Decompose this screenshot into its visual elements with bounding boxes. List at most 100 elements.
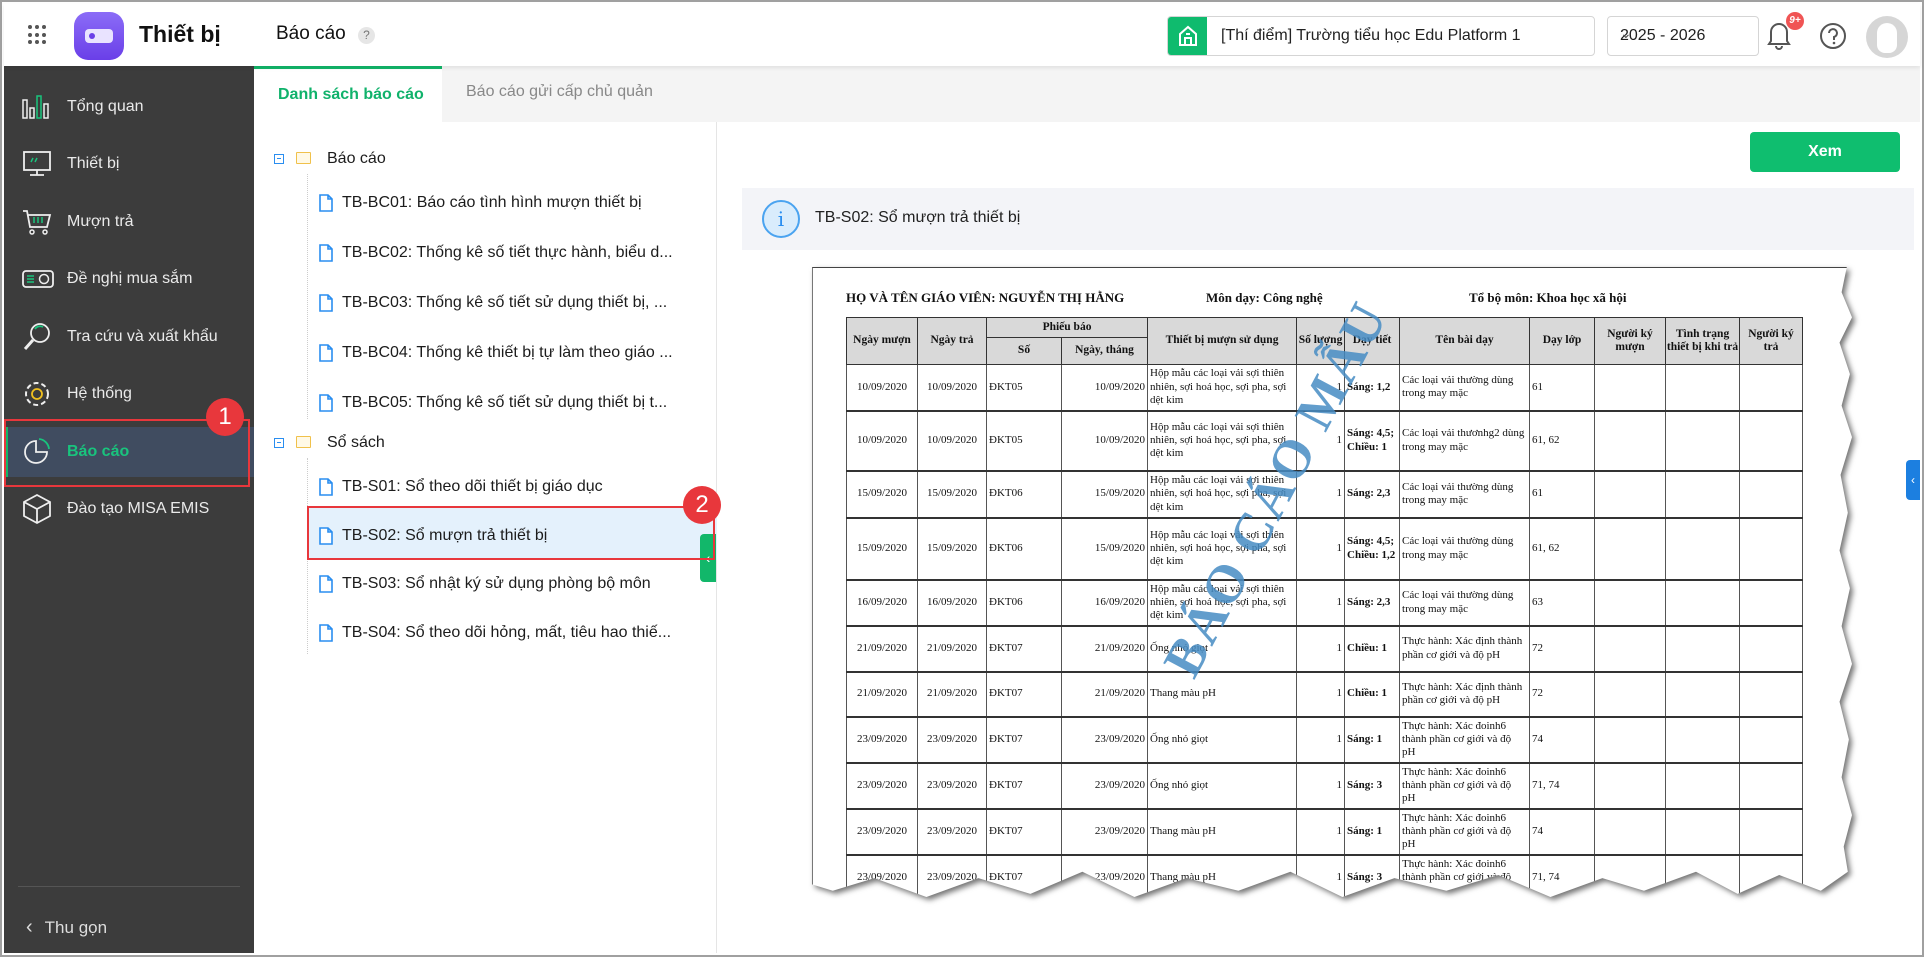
sidebar-item-lookup-export[interactable]: Tra cứu và xuất khẩu [4, 312, 254, 362]
page-help-icon[interactable]: ? [358, 27, 375, 44]
apps-grid-icon[interactable] [28, 25, 48, 45]
table-cell: 23/09/2020 [846, 762, 918, 810]
document-icon [319, 623, 333, 647]
user-avatar[interactable] [1866, 16, 1908, 58]
table-cell: 23/09/2020 [846, 716, 918, 764]
tree-item-label: TB-BC05: Thống kê số tiết sử dụng thiết … [342, 394, 668, 411]
tree-item[interactable]: TB-S03: Sổ nhật ký sử dụng phòng bộ môn [254, 573, 714, 597]
school-selector[interactable]: [Thí điểm] Trường tiểu học Edu Platform … [1167, 16, 1595, 56]
table-row: 21/09/2020 21/09/2020 ĐKT07 21/09/2020 Ống n… [846, 625, 1804, 673]
table-row: 21/09/2020 21/09/2020 ĐKT07 21/09/2020 Thang… [846, 671, 1804, 718]
table-cell: Chiều: 1 [1344, 671, 1401, 718]
annotation-marker-1: 1 [206, 398, 244, 436]
table-row: 10/09/2020 10/09/2020 ĐKT05 10/09/2020 Hộp m… [846, 364, 1804, 412]
annotation-marker-2: 2 [683, 486, 721, 524]
sidebar-item-purchase-request[interactable]: Đề nghị mua sắm [4, 254, 254, 304]
table-cell: Thang màu pH [1147, 671, 1298, 718]
table-cell: 61 [1529, 470, 1596, 519]
cube-icon [23, 493, 51, 525]
collapse-sidebar-button[interactable]: ‹ Thu gọn [26, 916, 107, 939]
tree-item[interactable]: TB-S04: Sổ theo dõi hỏng, mất, tiêu hao … [254, 622, 714, 646]
table-cell: 10/09/2020 [846, 410, 918, 472]
table-cell: 1 [1296, 671, 1346, 718]
document-icon [319, 478, 333, 501]
table-cell [1739, 470, 1804, 519]
table-cell: 23/09/2020 [917, 854, 987, 897]
table-cell: Sáng: 3 [1344, 854, 1401, 897]
projector-icon [22, 270, 54, 288]
tab-report-list[interactable]: Danh sách báo cáo [254, 66, 442, 122]
document-icon [319, 575, 333, 598]
tree-item[interactable]: TB-BC04: Thống kê thiết bị tự làm theo g… [254, 342, 714, 366]
document-icon [319, 244, 333, 267]
table-cell: ĐKT07 [986, 808, 1062, 856]
table-cell: Hộp mẫu các loại vải sợi thiên nhiên, sợ… [1147, 364, 1298, 412]
table-cell: 61 [1529, 364, 1596, 412]
report-info-bar: i TB-S02: Sổ mượn trả thiết bị [742, 188, 1914, 250]
tree-item[interactable]: TB-BC05: Thống kê số tiết sử dụng thiết … [254, 392, 714, 416]
table-cell: ĐKT06 [986, 470, 1062, 519]
tree-folder[interactable]: Sổ sách [254, 432, 554, 456]
view-button[interactable]: Xem [1750, 132, 1900, 172]
table-cell: 21/09/2020 [917, 625, 987, 673]
table-cell: 23/09/2020 [917, 808, 987, 856]
table-row: 23/09/2020 23/09/2020 ĐKT07 23/09/2020 Ống n… [846, 762, 1804, 810]
table-cell: 1 [1296, 410, 1346, 472]
expand-right-panel-handle[interactable]: ‹ [1906, 460, 1920, 500]
table-cell: 10/09/2020 [1060, 410, 1149, 472]
table-cell: Các loại vải thường dùng trong may mặc [1399, 470, 1531, 519]
sidebar-item-borrow-return[interactable]: Mượn trả [4, 197, 254, 247]
table-cell [1739, 579, 1804, 627]
table-cell: ĐKT07 [986, 716, 1062, 764]
table-cell [1594, 854, 1667, 897]
table-cell [1594, 762, 1667, 810]
table-cell [1594, 364, 1667, 412]
table-cell [1739, 410, 1804, 472]
tree-folder[interactable]: Báo cáo [254, 148, 554, 172]
chevron-left-icon: ‹ [26, 916, 33, 938]
table-cell [1594, 517, 1667, 581]
sidebar-item-equipment[interactable]: Thiết bị [4, 139, 254, 189]
borrow-return-table: Ngày mượn Ngày trả Phiếu báo Thiết bị mư… [846, 317, 1804, 897]
help-icon[interactable] [1819, 22, 1847, 55]
col-header: Phiếu báo [985, 317, 1149, 338]
table-cell: 23/09/2020 [1060, 716, 1149, 764]
tree-item[interactable]: TB-BC02: Thống kê số tiết thực hành, biể… [254, 242, 714, 266]
table-cell: 63 [1529, 579, 1596, 627]
table-cell [1594, 716, 1667, 764]
sidebar-item-training[interactable]: Đào tạo MISA EMIS [4, 484, 254, 534]
table-cell [1594, 410, 1667, 472]
sidebar-item-label: Tra cứu và xuất khẩu [67, 328, 218, 345]
collapse-minus-icon[interactable] [274, 438, 284, 448]
tree-item[interactable]: TB-BC03: Thống kê số tiết sử dụng thiết … [254, 292, 714, 316]
table-cell: Sáng: 1 [1344, 808, 1401, 856]
table-cell: Các loại vải thường dùng trong may mặc [1399, 579, 1531, 627]
table-row: 16/09/2020 16/09/2020 ĐKT06 16/09/2020 Hộp m… [846, 579, 1804, 627]
table-cell: Ống nhỏ giọt [1147, 716, 1298, 764]
table-cell: 15/09/2020 [917, 517, 987, 581]
table-cell: 1 [1296, 854, 1346, 897]
folder-icon [296, 436, 311, 448]
table-cell [1665, 762, 1741, 810]
tree-item[interactable]: TB-BC01: Báo cáo tình hình mượn thiết bị [254, 192, 714, 216]
notification-badge: 9+ [1786, 12, 1804, 30]
table-row: 23/09/2020 23/09/2020 ĐKT07 23/09/2020 Thang… [846, 808, 1804, 856]
tab-reports-sent[interactable]: Báo cáo gửi cấp chủ quản [442, 66, 682, 122]
table-cell: 61, 62 [1529, 410, 1596, 472]
sidebar-item-label: Đào tạo MISA EMIS [67, 500, 210, 517]
tree-item[interactable]: TB-S01: Sổ theo dõi thiết bị giáo dục [254, 476, 714, 500]
sidebar-item-overview[interactable]: Tổng quan [4, 82, 254, 132]
report-preview: Xem i TB-S02: Sổ mượn trả thiết bị HỌ VÀ… [718, 122, 1920, 953]
tree-item-label: TB-S04: Sổ theo dõi hỏng, mất, tiêu hao … [342, 623, 672, 641]
sidebar-item-label: Thiết bị [67, 155, 120, 172]
department: Tổ bộ môn: Khoa học xã hội [1469, 290, 1627, 305]
collapse-minus-icon[interactable] [274, 154, 284, 164]
table-row: 15/09/2020 15/09/2020 ĐKT06 15/09/2020 Hộp m… [846, 517, 1804, 581]
table-cell: 16/09/2020 [846, 579, 918, 627]
search-icon [23, 323, 50, 350]
school-year-select[interactable]: 2025 - 2026 ⌄ [1607, 16, 1759, 56]
table-cell: 16/09/2020 [917, 579, 987, 627]
folder-icon [296, 152, 311, 164]
table-cell: 1 [1296, 762, 1346, 810]
table-cell: 23/09/2020 [1060, 854, 1149, 897]
